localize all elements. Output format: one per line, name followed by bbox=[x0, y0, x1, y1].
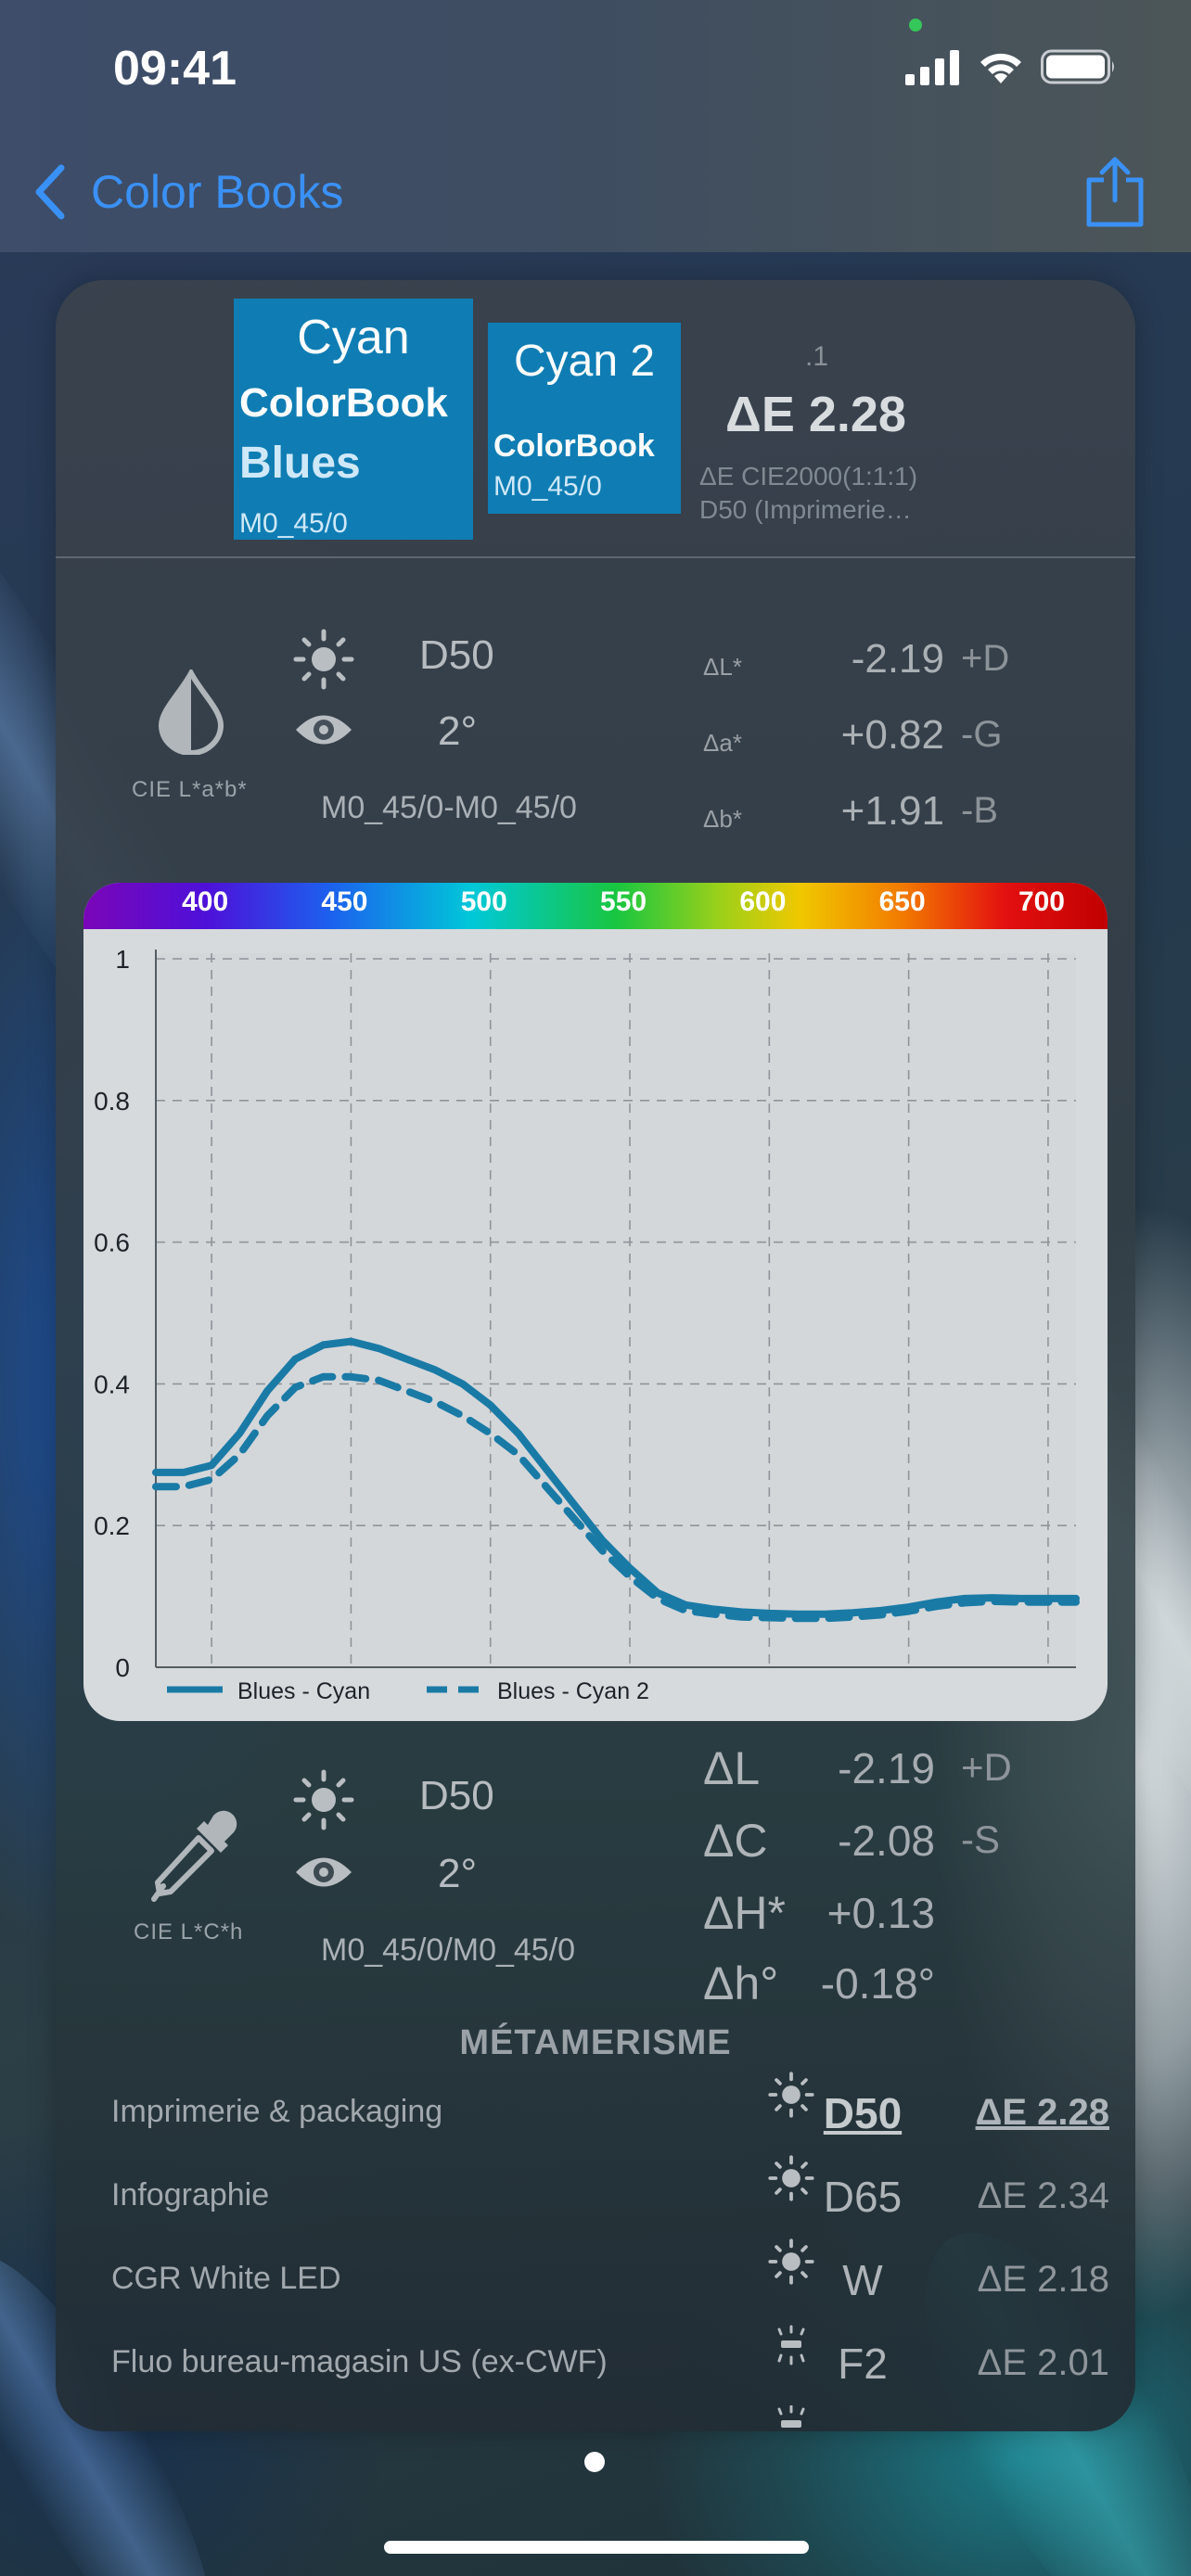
delta-name: ΔL* bbox=[703, 653, 742, 681]
observer-value: 2° bbox=[438, 708, 478, 754]
back-button-label: Color Books bbox=[91, 166, 344, 218]
lab-space-label: CIE L*a*b* bbox=[132, 777, 248, 802]
metamerism-title: MÉTAMERISME bbox=[459, 2023, 732, 2062]
swatch-condition: M0_45/0 bbox=[239, 508, 348, 539]
metamerism-illuminant: W bbox=[842, 2256, 883, 2304]
navigation-bar: 09:41 Color Books bbox=[0, 0, 1191, 252]
delta-name: ΔL bbox=[703, 1742, 761, 1794]
sun-icon[interactable] bbox=[293, 1769, 354, 1830]
eyedropper-icon[interactable] bbox=[147, 1810, 239, 1903]
swatch-book: ColorBook bbox=[493, 428, 655, 464]
metamerism-delta: ΔE 2.34 bbox=[977, 2175, 1109, 2216]
y-tick-label: 0 bbox=[115, 1653, 130, 1682]
swatch-name: Cyan bbox=[297, 311, 410, 364]
delta-value: +0.82 bbox=[840, 712, 944, 758]
legend-label: Blues - Cyan bbox=[237, 1678, 370, 1704]
y-tick-label: 1 bbox=[115, 945, 130, 974]
status-icons bbox=[905, 46, 1117, 87]
delta-tag: +D bbox=[961, 638, 1010, 679]
metamerism-delta: ΔE 2.18 bbox=[977, 2259, 1109, 2300]
metamerism-row[interactable]: Imprimerie & packaging D50 ΔE 2.28 bbox=[56, 2072, 1135, 2151]
metamerism-illuminant: D50 bbox=[823, 2089, 903, 2137]
delta-value: -0.18° bbox=[820, 1959, 935, 2008]
battery-icon bbox=[1041, 49, 1114, 84]
metamerism-name: Infographie bbox=[111, 2177, 270, 2213]
swatch-condition: M0_45/0 bbox=[493, 471, 602, 502]
drop-icon[interactable] bbox=[156, 670, 226, 755]
delta-value: -2.08 bbox=[838, 1817, 935, 1865]
eye-icon[interactable] bbox=[293, 1851, 354, 1894]
metamerism-name: Fluo bureau-magasin US (ex-CWF) bbox=[111, 2344, 608, 2379]
back-button[interactable]: Color Books bbox=[33, 159, 343, 224]
y-tick-label: 0.6 bbox=[94, 1229, 130, 1257]
delta-name: Δb* bbox=[703, 805, 742, 833]
delta-e-formula[interactable]: ΔE CIE2000(1:1:1) bbox=[699, 462, 917, 491]
swatch-group: Blues bbox=[239, 439, 361, 488]
eye-icon[interactable] bbox=[293, 708, 354, 751]
home-indicator[interactable] bbox=[384, 2541, 809, 2554]
delta-name: ΔC bbox=[703, 1815, 768, 1867]
sun-icon bbox=[768, 2238, 814, 2285]
illuminant-caption: D50 (Imprimerie… bbox=[699, 495, 912, 524]
y-tick-label: 0.4 bbox=[94, 1370, 130, 1398]
chart-plot: 0 0.2 0.4 0.6 0.8 1 Blues - Cyan Blues - Cyan 2 bbox=[94, 945, 1080, 1704]
swatch-book: ColorBook bbox=[239, 380, 448, 426]
swatch-name: Cyan 2 bbox=[513, 337, 656, 386]
color-swatch-reference[interactable]: Cyan ColorBook Blues M0_45/0 bbox=[234, 299, 473, 540]
delta-tag: -S bbox=[961, 1817, 1000, 1861]
delta-name: Δa* bbox=[703, 729, 742, 757]
fluorescent-icon bbox=[777, 2325, 805, 2366]
chevron-left-icon bbox=[35, 164, 65, 220]
measurement-conditions: M0_45/0/M0_45/0 bbox=[321, 1932, 576, 1968]
delta-e-precision[interactable]: .1 bbox=[805, 341, 828, 373]
delta-e-value: ΔE 2.28 bbox=[725, 387, 906, 442]
sun-icon[interactable] bbox=[293, 629, 354, 690]
metamerism-illuminant: F2 bbox=[838, 2340, 888, 2388]
metamerism-delta: ΔE 2.28 bbox=[975, 2092, 1109, 2133]
color-swatch-sample[interactable]: Cyan 2 ColorBook M0_45/0 bbox=[488, 323, 681, 514]
metamerism-name: CGR White LED bbox=[111, 2261, 341, 2296]
page-indicator-dot[interactable] bbox=[584, 2452, 605, 2472]
delta-tag: -G bbox=[961, 714, 1003, 755]
legend-label: Blues - Cyan 2 bbox=[497, 1678, 649, 1704]
lch-space-label: CIE L*C*h bbox=[134, 1919, 244, 1945]
sun-icon bbox=[768, 2155, 814, 2201]
header-divider bbox=[56, 556, 1135, 558]
metamerism-name: Imprimerie & packaging bbox=[111, 2094, 443, 2129]
status-time: 09:41 bbox=[113, 42, 237, 96]
delta-tag: +D bbox=[961, 1745, 1012, 1789]
metamerism-delta: ΔE 2.01 bbox=[977, 2342, 1109, 2383]
delta-value: +0.13 bbox=[826, 1889, 935, 1937]
cellular-signal-icon bbox=[905, 50, 959, 85]
delta-value: -2.19 bbox=[838, 1744, 935, 1792]
delta-value: +1.91 bbox=[840, 788, 944, 834]
comparison-card: Cyan ColorBook Blues M0_45/0 Cyan 2 Colo… bbox=[56, 280, 1135, 2431]
measurement-conditions: M0_45/0-M0_45/0 bbox=[321, 790, 577, 825]
metamerism-illuminant: D65 bbox=[823, 2173, 903, 2221]
fluorescent-icon bbox=[777, 2405, 805, 2428]
privacy-indicator-dot bbox=[909, 19, 922, 32]
y-tick-label: 0.2 bbox=[94, 1511, 130, 1540]
illuminant-value: D50 bbox=[419, 1773, 494, 1818]
spectral-chart[interactable]: 400 450 500 550 600 650 700 0 0.2 0.4 0.6 0.8 1 Blue… bbox=[83, 883, 1108, 1721]
delta-tag: -B bbox=[961, 790, 998, 831]
delta-value: -2.19 bbox=[851, 636, 944, 682]
metamerism-row[interactable]: Fluo bureau-magasin US (ex-CWF) F2 ΔE 2.… bbox=[56, 2325, 1135, 2402]
wifi-icon bbox=[980, 53, 1021, 83]
share-icon[interactable] bbox=[1082, 156, 1148, 228]
illuminant-value: D50 bbox=[419, 632, 494, 678]
metamerism-row[interactable]: CGR White LED W ΔE 2.18 bbox=[56, 2238, 1135, 2318]
metamerism-row[interactable]: Infographie D65 ΔE 2.34 bbox=[56, 2155, 1135, 2235]
observer-value: 2° bbox=[438, 1851, 478, 1896]
sun-icon bbox=[768, 2072, 814, 2118]
y-tick-label: 0.8 bbox=[94, 1087, 130, 1116]
